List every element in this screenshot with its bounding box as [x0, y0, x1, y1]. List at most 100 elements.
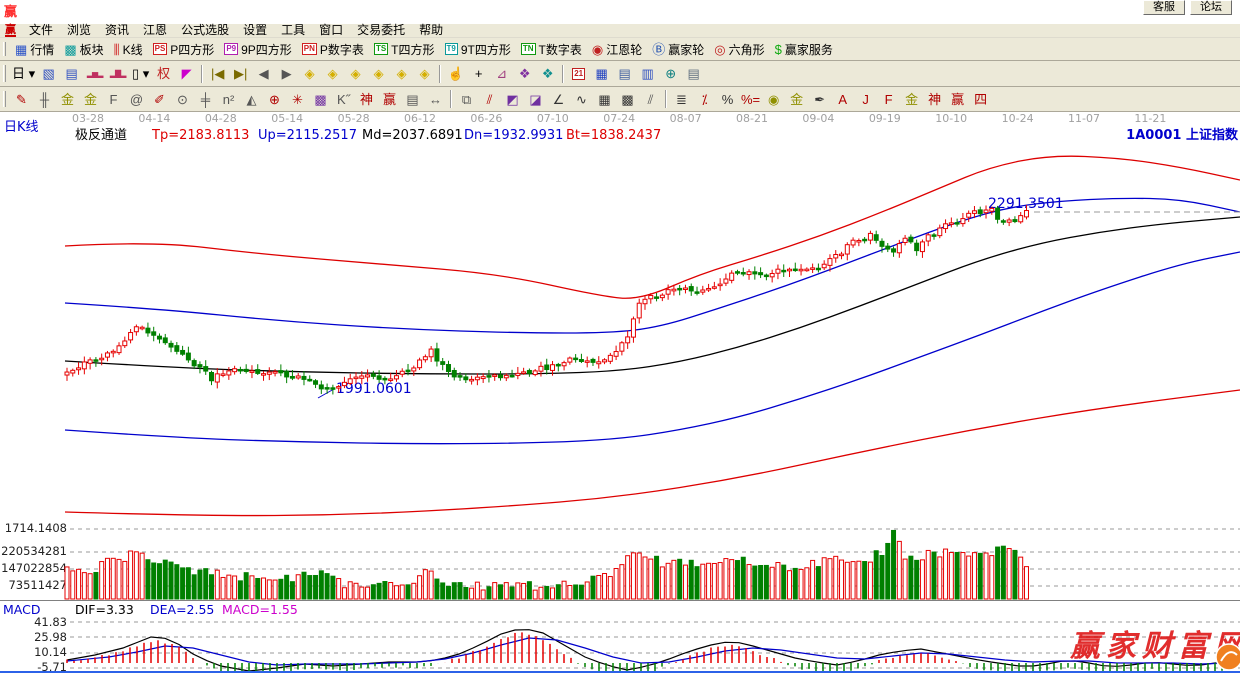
menu-item-formula-stock-pick[interactable]: 公式选股	[174, 24, 236, 37]
gann-tool-teal-icon[interactable]: ❖	[536, 63, 559, 84]
star-burst-tool[interactable]: ✳	[286, 89, 309, 110]
ruler-123-tool[interactable]: ▤	[401, 89, 424, 110]
period-day-dropdown[interactable]: 日 ▾	[10, 63, 37, 84]
flag-pen-tool[interactable]: ✒	[808, 89, 831, 110]
fan-box-tool[interactable]: ◩	[501, 89, 524, 110]
menu-item-browse[interactable]: 浏览	[60, 24, 98, 37]
calendar-21-icon[interactable]: 21	[567, 63, 590, 84]
percent-tool[interactable]: %	[716, 89, 739, 110]
toolbar-grip[interactable]	[3, 42, 6, 56]
next-button[interactable]: ▶	[275, 63, 298, 84]
gold-angle-tool[interactable]: 金	[900, 89, 923, 110]
menu-item-help[interactable]: 帮助	[412, 24, 450, 37]
menu-item-gann[interactable]: 江恩	[136, 24, 174, 37]
pen-tool[interactable]: ✎	[10, 89, 33, 110]
box-range-tool[interactable]: ⧉	[455, 89, 478, 110]
hand-drag-tool[interactable]: ☝	[444, 63, 467, 84]
si-angle-tool[interactable]: 四	[969, 89, 992, 110]
menu-item-file[interactable]: 文件	[22, 24, 60, 37]
gold-line-tool[interactable]: 金	[785, 89, 808, 110]
mirror-angle-tool[interactable]: ◭	[240, 89, 263, 110]
zoom-diamond-left-icon[interactable]: ◈	[298, 63, 321, 84]
fan-lines-tool[interactable]: ⫽	[478, 89, 501, 110]
web-grid-tool[interactable]: ▩	[309, 89, 332, 110]
f-angle-tool[interactable]: F	[877, 89, 900, 110]
wave3-icon[interactable]: ▂▅▂	[83, 63, 106, 84]
zoom-diamond-right-icon[interactable]: ◈	[321, 63, 344, 84]
info-doc-icon[interactable]: ▤	[60, 63, 83, 84]
gold-section-grid-tool[interactable]: 金	[79, 89, 102, 110]
crosshair-tool[interactable]: +	[467, 63, 490, 84]
trend-angle-tool[interactable]: ∠	[547, 89, 570, 110]
quote-button[interactable]: ▦行情	[10, 38, 59, 60]
wave9-icon[interactable]: ▂▇▂	[106, 63, 129, 84]
gann-compass-tool[interactable]: ⊕	[263, 89, 286, 110]
segment-tool[interactable]: ⊿	[490, 63, 513, 84]
dense-grid2-tool[interactable]: ▩	[616, 89, 639, 110]
percent-line-tool[interactable]: %=	[739, 89, 762, 110]
p-square-button[interactable]: PSP四方形	[148, 38, 220, 60]
price-scale-tool[interactable]: ≣	[670, 89, 693, 110]
prev-button[interactable]: ◀	[252, 63, 275, 84]
spiral-tool[interactable]: @	[125, 89, 148, 110]
zoom-diamond-h-icon[interactable]: ◈	[344, 63, 367, 84]
shen-angle-tool[interactable]: 神	[923, 89, 946, 110]
gann-tool-purple-icon[interactable]: ❖	[513, 63, 536, 84]
last-page-button[interactable]: ▶|	[229, 63, 252, 84]
menu-item-news[interactable]: 资讯	[98, 24, 136, 37]
zigzag-tool[interactable]: ∿	[570, 89, 593, 110]
ruler-tool[interactable]: ╪	[194, 89, 217, 110]
zoom-diamond-fit-icon[interactable]: ◈	[413, 63, 436, 84]
winner-wheel-button[interactable]: Ⓑ赢家轮	[647, 38, 709, 60]
first-page-button[interactable]: |◀	[206, 63, 229, 84]
ying-angle-tool[interactable]: 赢	[946, 89, 969, 110]
zoom-diamond-out-icon[interactable]: ◈	[390, 63, 413, 84]
gold-circle-tool[interactable]: ◉	[762, 89, 785, 110]
forum-button[interactable]: 论坛	[1190, 0, 1232, 15]
menu-item-window[interactable]: 窗口	[312, 24, 350, 37]
k-marker-tool[interactable]: K˝	[332, 89, 355, 110]
dense-grid-tool[interactable]: ▦	[593, 89, 616, 110]
p-number-table-button[interactable]: PNP数字表	[297, 38, 369, 60]
toolbar-grip[interactable]	[3, 91, 6, 107]
t-square-button[interactable]: TST四方形	[369, 38, 440, 60]
toolbar-grip[interactable]	[3, 65, 6, 81]
fibonacci-grid-tool[interactable]: F	[102, 89, 125, 110]
kline-button[interactable]: ⫼K线	[109, 38, 148, 60]
brush-tool[interactable]: ✐	[148, 89, 171, 110]
ying-grid-tool[interactable]: 赢	[378, 89, 401, 110]
notepad-icon[interactable]: ▤	[613, 63, 636, 84]
chart-overlay-icon[interactable]: ▧	[37, 63, 60, 84]
shen-grid-tool[interactable]: 神	[355, 89, 378, 110]
save-icon[interactable]: ▥	[636, 63, 659, 84]
percent-retrace-tool[interactable]: ⁒	[693, 89, 716, 110]
wave-av-tool[interactable]: A	[831, 89, 854, 110]
cycle-ruler-tool[interactable]: ⊙	[171, 89, 194, 110]
customer-service-button[interactable]: 客服	[1143, 0, 1185, 15]
p9-square-button[interactable]: P99P四方形	[219, 38, 296, 60]
parallel-lines-tool[interactable]: ⫽	[639, 89, 662, 110]
chart-canvas[interactable]: 03-2804-1404-2805-1405-2806-1206-2607-10…	[0, 112, 1240, 673]
n-square-tool[interactable]: n²	[217, 89, 240, 110]
gann-wheel-button[interactable]: ◉江恩轮	[587, 38, 647, 60]
sector-button[interactable]: ▩板块	[59, 38, 108, 60]
menu-item-trade-order[interactable]: 交易委托	[350, 24, 412, 37]
span-measure-tool[interactable]: ↔	[424, 89, 447, 110]
calculator-icon[interactable]: ▦	[590, 63, 613, 84]
t-number-table-button[interactable]: TNT数字表	[516, 38, 587, 60]
color-chart-icon[interactable]: ◤	[175, 63, 198, 84]
fan-grid-tool[interactable]: ◪	[524, 89, 547, 110]
candle-style-dropdown[interactable]: ▯ ▾	[129, 63, 152, 84]
menu-item-tools[interactable]: 工具	[274, 24, 312, 37]
grid-comb-tool[interactable]: ╫	[33, 89, 56, 110]
gold-ratio-grid-tool[interactable]: 金	[56, 89, 79, 110]
winner-service-button[interactable]: $赢家服务	[770, 38, 838, 60]
hexagon-button[interactable]: ◎六角形	[709, 38, 769, 60]
j-angle-tool[interactable]: J	[854, 89, 877, 110]
print-icon[interactable]: ▤	[682, 63, 705, 84]
menu-item-settings[interactable]: 设置	[236, 24, 274, 37]
t9-square-button[interactable]: T99T四方形	[440, 38, 516, 60]
zoom-diamond-in-icon[interactable]: ◈	[367, 63, 390, 84]
restore-rights-icon[interactable]: 权	[152, 63, 175, 84]
web-update-icon[interactable]: ⊕	[659, 63, 682, 84]
